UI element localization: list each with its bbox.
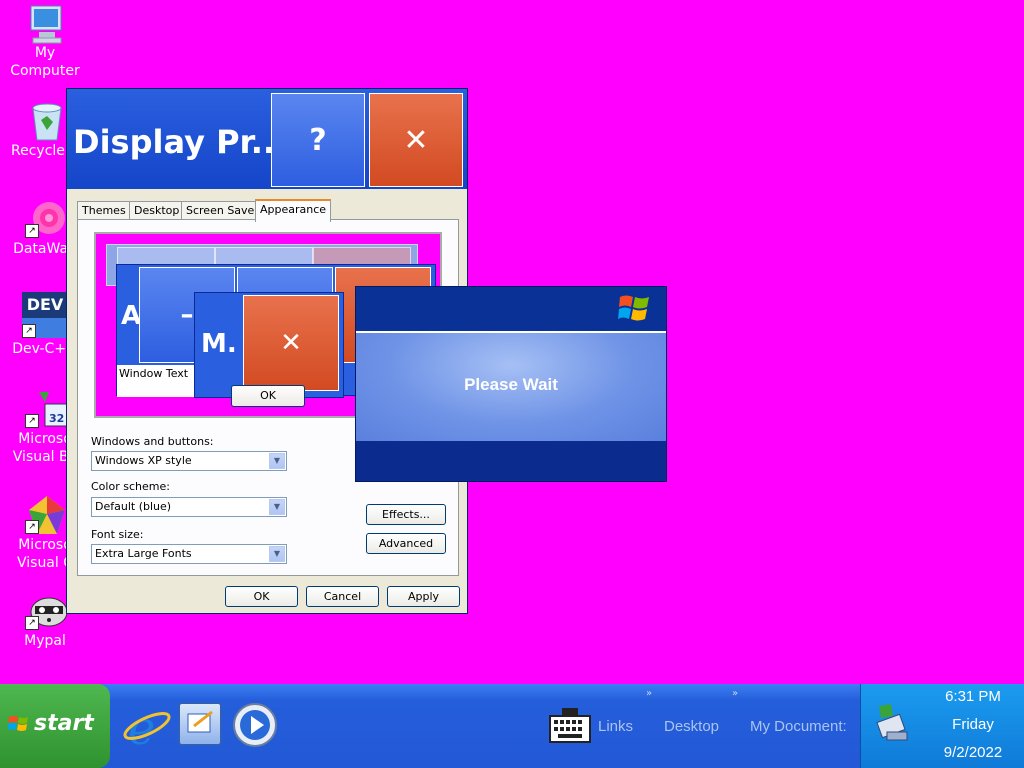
chevron-right-icon[interactable]: » [646,688,652,699]
ok-button[interactable]: OK [225,586,298,607]
windows-logo-icon [618,293,652,327]
cancel-button[interactable]: Cancel [306,586,379,607]
color-scheme-label: Color scheme: [91,480,170,493]
keyboard-icon[interactable] [548,706,592,746]
visual-basic-icon: 32 ↗ [25,388,68,428]
shortcut-arrow-icon: ↗ [25,414,39,428]
shortcut-arrow-icon: ↗ [25,224,39,238]
desktop-icon-my-computer[interactable]: My Computer [0,2,90,80]
visual-c-icon: ↗ [25,494,65,534]
font-size-select[interactable]: Extra Large Fonts ▼ [91,544,287,564]
dev-cpp-icon-text: DEV [22,292,68,318]
close-button[interactable]: ✕ [369,93,463,187]
toolbar-links[interactable]: Links [598,718,633,735]
shortcut-arrow-icon: ↗ [22,324,36,338]
color-scheme-select[interactable]: Default (blue) ▼ [91,497,287,517]
chevron-down-icon[interactable]: ▼ [269,546,285,562]
start-label: start [34,711,94,736]
datawag-icon: ↗ [25,198,65,238]
please-wait-footer [356,441,666,481]
preview-message-title: M. [201,329,237,359]
desktop-icon-label: My [34,45,56,61]
apply-button[interactable]: Apply [387,586,460,607]
help-button[interactable]: ? [271,93,365,187]
dialog-title: Display Pr... [73,123,288,161]
preview-ok-button: OK [231,385,305,407]
font-size-value: Extra Large Fonts [95,547,192,560]
chevron-right-icon[interactable]: » [732,688,738,699]
clock-date: 9/2/2022 [943,744,1003,761]
windows-buttons-label: Windows and buttons: [91,435,214,448]
tab-screen-saver[interactable]: Screen Saver [181,201,264,220]
please-wait-header [356,287,666,331]
color-scheme-value: Default (blue) [95,500,172,513]
computer-icon [25,2,65,44]
media-player-icon[interactable] [232,702,278,748]
tab-desktop[interactable]: Desktop [129,201,185,220]
recycle-bin-icon [25,100,65,141]
shortcut-arrow-icon: ↗ [25,616,39,630]
clock-time[interactable]: 6:31 PM [921,688,1024,705]
toolbar-desktop[interactable]: Desktop [664,718,719,735]
dialog-titlebar[interactable]: Display Pr... ? ✕ [67,89,467,189]
shortcut-arrow-icon: ↗ [25,520,39,534]
visual-basic-icon-text: 32 [49,412,65,425]
toolbar-my-documents[interactable]: My Document: [750,718,850,735]
windows-buttons-value: Windows XP style [95,454,192,467]
start-button[interactable]: start [0,684,110,768]
please-wait-text: Please Wait [464,375,558,394]
effects-button[interactable]: Effects... [366,504,446,525]
internet-explorer-icon[interactable]: e [122,701,172,755]
preview-message-close-button: ✕ [243,295,339,391]
network-computer-icon[interactable] [873,702,913,744]
please-wait-window: Please Wait [355,286,667,482]
tab-appearance[interactable]: Appearance [255,199,332,222]
system-tray: 6:31 PM Friday 9/2/2022 [860,684,1024,768]
chevron-down-icon[interactable]: ▼ [269,453,285,469]
font-size-label: Font size: [91,528,144,541]
desktop-icon-label: Mypal [24,633,66,649]
mypal-raccoon-icon: ↗ [25,590,68,630]
preview-window-text: Window Text [117,365,199,397]
tab-themes[interactable]: Themes [77,201,131,220]
preview-message-box: M. ✕ OK [194,292,344,407]
taskbar: start e Links » Desktop » My Document: 6… [0,684,1024,768]
chevron-down-icon[interactable]: ▼ [269,499,285,515]
dev-cpp-icon: DEV ↗ [22,292,68,338]
advanced-button[interactable]: Advanced [366,533,446,554]
windows-buttons-select[interactable]: Windows XP style ▼ [91,451,287,471]
outlook-express-icon[interactable] [178,702,222,746]
clock-day: Friday [952,716,994,733]
windows-flag-icon [8,714,30,740]
desktop-icon-label: Computer [10,63,80,79]
